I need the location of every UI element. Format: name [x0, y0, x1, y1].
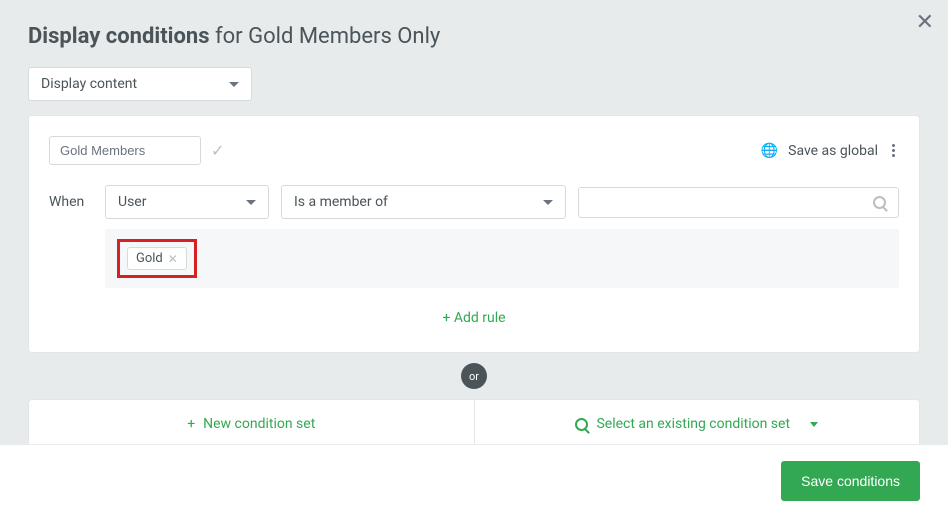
title-bold: Display conditions: [28, 24, 210, 49]
tag-label: Gold: [136, 251, 163, 266]
card-header: ✓ 🌐 Save as global: [49, 136, 899, 165]
new-set-label: New condition set: [203, 416, 315, 432]
globe-icon: 🌐: [761, 143, 778, 159]
title-rest: for Gold Members Only: [210, 24, 441, 49]
save-global-link[interactable]: Save as global: [788, 143, 878, 159]
relation-value: Is a member of: [294, 194, 388, 210]
content-mode-label: Display content: [41, 76, 137, 92]
subject-value: User: [118, 194, 146, 210]
search-icon: [575, 418, 588, 431]
content-mode-select[interactable]: Display content: [28, 67, 252, 101]
select-existing-label: Select an existing condition set: [596, 416, 790, 432]
more-menu-button[interactable]: [888, 142, 899, 159]
select-existing-set-button[interactable]: Select an existing condition set: [474, 399, 921, 449]
when-label: When: [49, 194, 93, 210]
chevron-down-icon: [246, 200, 256, 205]
highlight-box: Gold ✕: [117, 239, 197, 278]
selected-values-row: Gold ✕: [105, 229, 899, 288]
value-search-input[interactable]: [578, 187, 899, 218]
chevron-down-icon: [810, 422, 818, 427]
subject-select[interactable]: User: [105, 185, 269, 219]
condition-set-card: ✓ 🌐 Save as global When User Is a member…: [28, 115, 920, 353]
relation-select[interactable]: Is a member of: [281, 185, 566, 219]
card-actions: 🌐 Save as global: [761, 142, 899, 159]
add-rule-button[interactable]: + Add rule: [49, 288, 899, 332]
dialog-header: Display conditions for Gold Members Only: [0, 0, 948, 67]
plus-icon: +: [187, 416, 195, 432]
save-conditions-button[interactable]: Save conditions: [781, 461, 920, 501]
remove-tag-icon[interactable]: ✕: [168, 252, 178, 266]
rule-row: When User Is a member of: [49, 185, 899, 219]
close-button[interactable]: ✕: [908, 6, 942, 39]
set-name-wrap: ✓: [49, 136, 224, 165]
set-name-input[interactable]: [49, 136, 201, 165]
search-icon: [873, 196, 886, 209]
chevron-down-icon: [543, 200, 553, 205]
bottom-actions: + New condition set Select an existing c…: [28, 399, 920, 449]
check-icon[interactable]: ✓: [211, 141, 224, 160]
or-separator: or: [461, 363, 487, 389]
chevron-down-icon: [229, 82, 239, 87]
page-title: Display conditions for Gold Members Only: [28, 24, 440, 49]
dialog-footer: Save conditions: [0, 444, 948, 517]
new-condition-set-button[interactable]: + New condition set: [28, 399, 474, 449]
value-tag: Gold ✕: [127, 247, 187, 270]
